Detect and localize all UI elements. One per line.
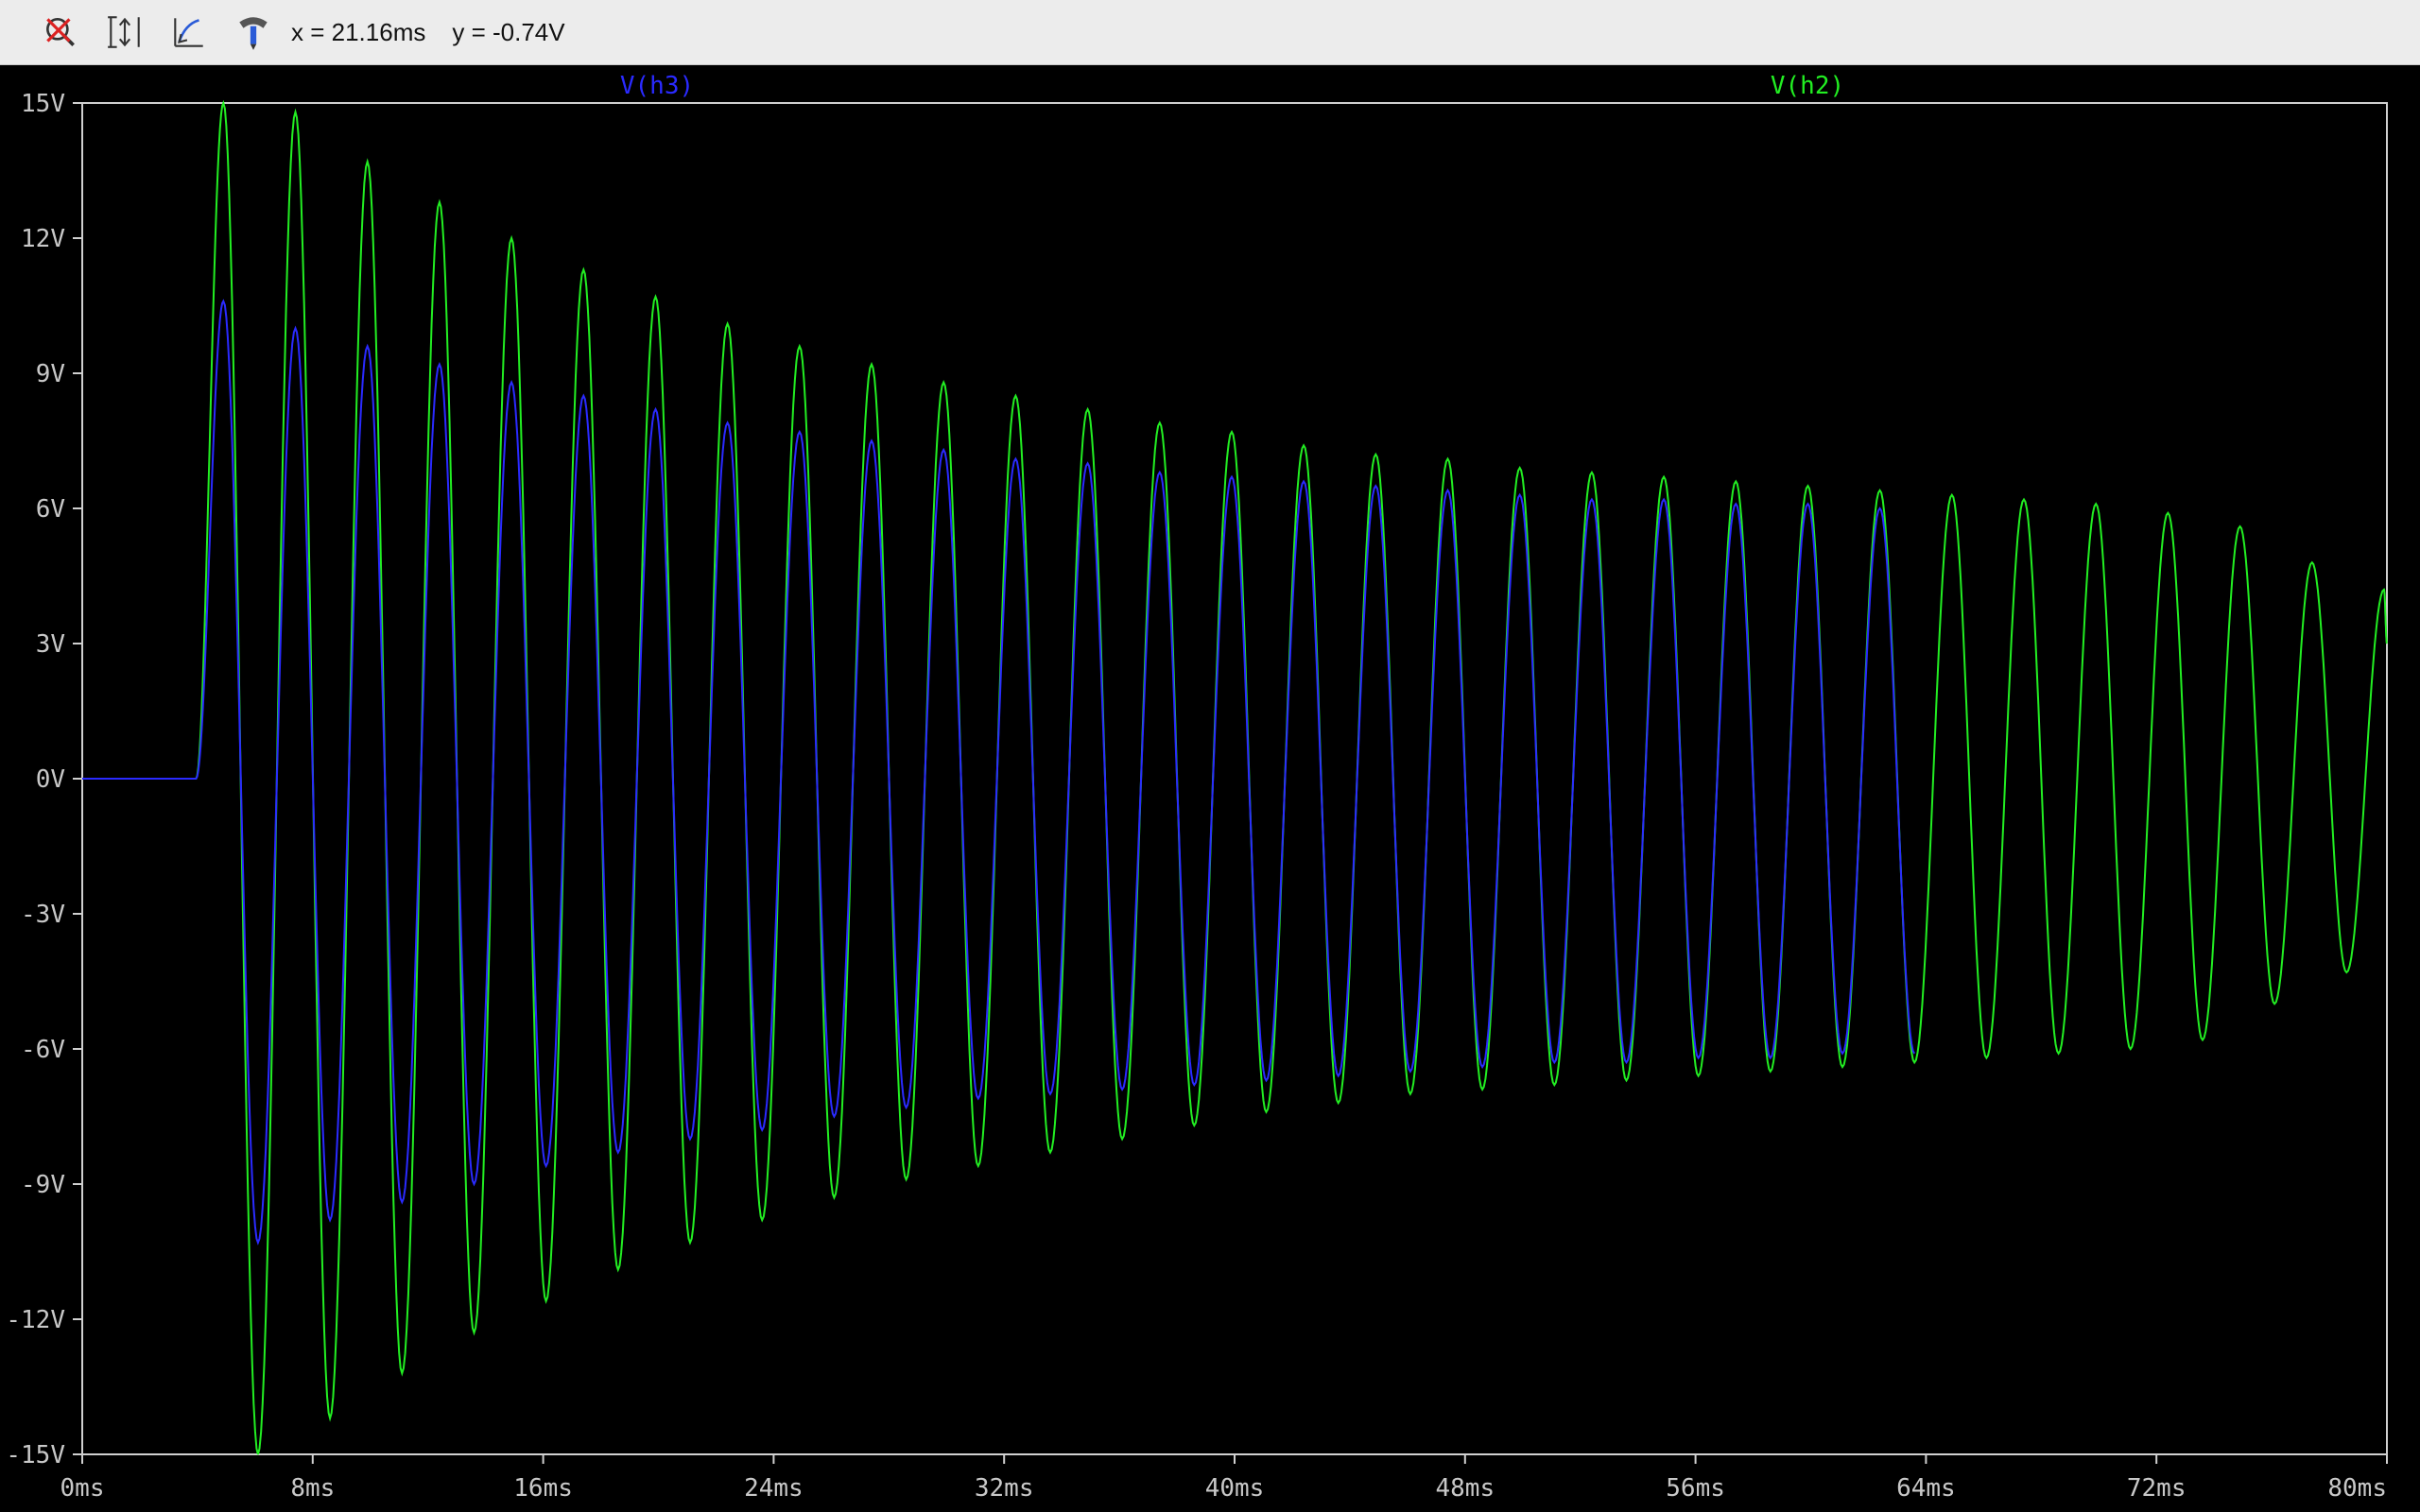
autorange-y-icon[interactable]	[100, 8, 149, 57]
x-tick-label: 32ms	[975, 1474, 1034, 1503]
y-tick-label: -15V	[6, 1441, 65, 1469]
y-tick-label: -12V	[6, 1306, 65, 1334]
x-tick-label: 16ms	[513, 1474, 573, 1503]
x-tick-label: 24ms	[744, 1474, 804, 1503]
plot-canvas[interactable]: 15V 12V 9V 6V 3V 0V -3V -6V -9V -12V -15V 0ms 8ms 16m…	[0, 66, 2420, 1512]
y-tick-label: 15V	[21, 90, 65, 118]
x-tick-label: 8ms	[290, 1474, 335, 1503]
zoom-back-icon[interactable]	[164, 8, 214, 57]
zoom-cancel-icon[interactable]	[36, 8, 85, 57]
y-tick-label: -9V	[21, 1171, 65, 1199]
y-tick-label: -3V	[21, 901, 65, 929]
trace-label-1[interactable]: V(h2)	[1771, 72, 1844, 100]
cursor-y-readout: y = -0.74V	[452, 17, 565, 46]
y-tick-label: 3V	[36, 630, 65, 659]
probe-icon[interactable]	[229, 8, 278, 57]
y-tick-label: 6V	[36, 495, 65, 524]
x-tick-label: 64ms	[1896, 1474, 1956, 1503]
y-tick-label: -6V	[21, 1036, 65, 1064]
waveform-plot[interactable]: 15V 12V 9V 6V 3V 0V -3V -6V -9V -12V -15V 0ms 8ms 16m…	[0, 66, 2420, 1512]
trace-label-0[interactable]: V(h3)	[620, 72, 694, 100]
plot-toolbar: x = 21.16ms y = -0.74V	[0, 0, 2420, 65]
trace-v-h2	[82, 99, 2388, 1455]
y-tick-label: 12V	[21, 225, 65, 253]
trace-v-h3	[82, 299, 1916, 1246]
x-tick-label: 40ms	[1205, 1474, 1265, 1503]
y-tick-label: 9V	[36, 360, 65, 388]
x-tick-label: 80ms	[2327, 1474, 2387, 1503]
x-tick-label: 72ms	[2127, 1474, 2187, 1503]
cursor-readout: x = 21.16ms y = -0.74V	[291, 18, 565, 47]
x-tick-label: 56ms	[1666, 1474, 1725, 1503]
x-tick-label: 48ms	[1435, 1474, 1495, 1503]
x-tick-label: 0ms	[60, 1474, 105, 1503]
cursor-x-readout: x = 21.16ms	[291, 17, 426, 46]
y-tick-label: 0V	[36, 765, 65, 794]
